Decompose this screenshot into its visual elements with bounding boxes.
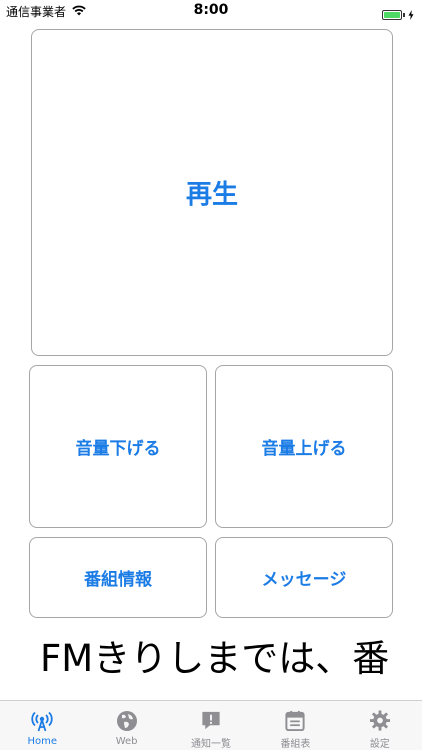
program-info-label: 番組情報 [84, 570, 152, 590]
tab-settings[interactable]: 設定 [338, 701, 422, 750]
play-button[interactable]: 再生 [31, 29, 393, 356]
battery-icon [382, 9, 402, 20]
volume-down-label: 音量下げる [75, 439, 161, 459]
tab-settings-label: 設定 [369, 739, 390, 750]
ticker-text: FMきりしまでは、番 [40, 637, 390, 680]
battery-cap [403, 12, 405, 17]
tab-home[interactable]: Home [0, 701, 84, 750]
volume-down-button[interactable]: 音量下げる [29, 365, 207, 528]
tab-notifications-label: 通知一覧 [191, 739, 232, 750]
status-time: 8:00 [193, 2, 229, 18]
tab-notifications[interactable]: 通知一覧 [169, 701, 253, 750]
gear-icon [369, 710, 390, 731]
tab-web-label: Web [115, 736, 138, 747]
message-label: メッセージ [261, 570, 347, 590]
battery-level-fill [384, 11, 400, 18]
tab-home-label: Home [27, 736, 57, 747]
news-ticker: FMきりしまでは、番 [40, 633, 412, 685]
charging-icon [408, 5, 414, 24]
volume-up-label: 音量上げる [261, 439, 347, 459]
battery-indicator [382, 5, 414, 24]
status-bar: 通信事業者 8:00 [0, 0, 422, 22]
play-button-label: 再生 [185, 180, 238, 210]
tab-bar: Home Web 通知一覧 番組表 設定 [0, 700, 422, 750]
tab-web[interactable]: Web [84, 701, 168, 750]
antenna-icon [31, 711, 53, 732]
tab-schedule[interactable]: 番組表 [253, 701, 337, 750]
program-info-button[interactable]: 番組情報 [29, 537, 207, 618]
globe-icon [116, 711, 137, 731]
calendar-icon [285, 710, 306, 732]
volume-up-button[interactable]: 音量上げる [215, 365, 393, 528]
notification-icon [202, 711, 220, 730]
message-button[interactable]: メッセージ [215, 537, 393, 618]
tab-schedule-label: 番組表 [280, 739, 311, 750]
